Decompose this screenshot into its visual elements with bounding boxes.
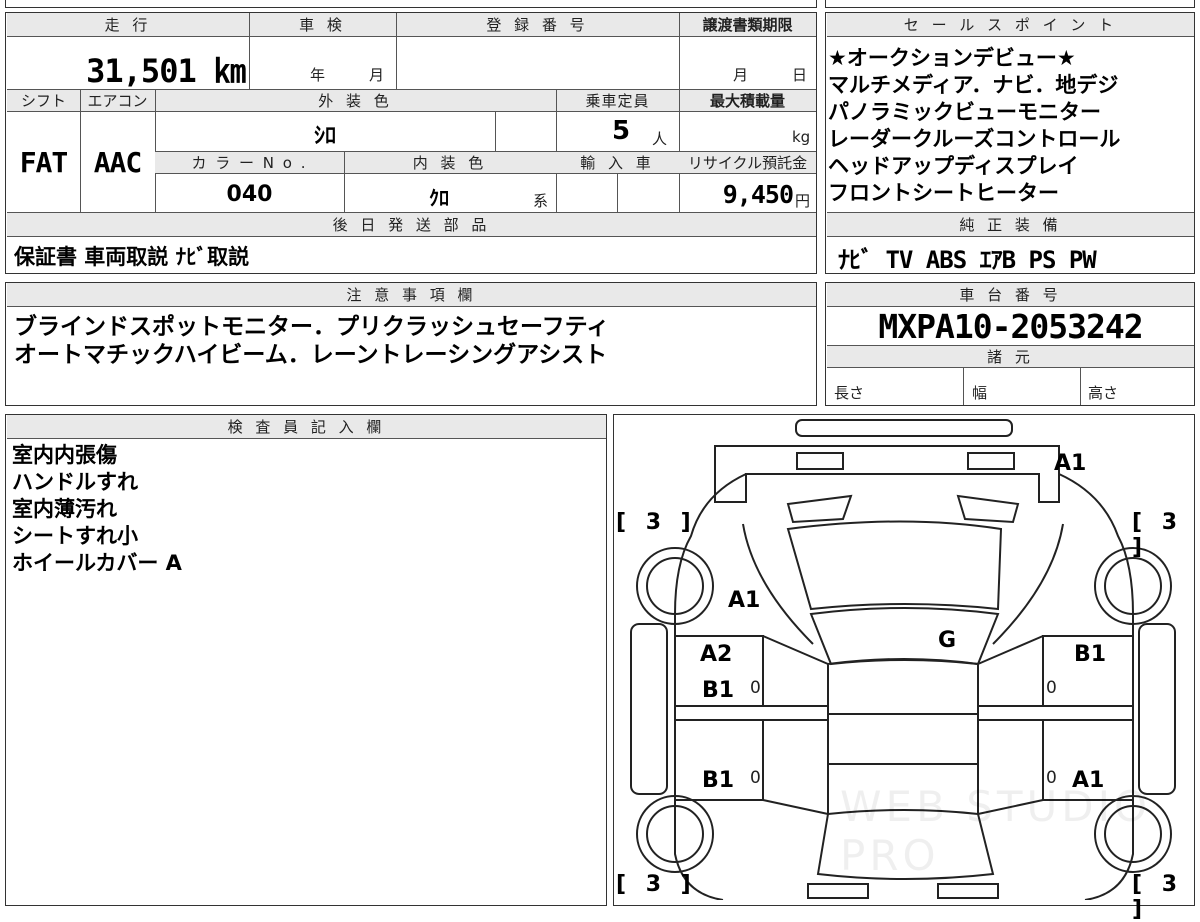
damage-code-rear-bumper: A1 — [1054, 451, 1087, 476]
sales-points-list: ★オークションデビュー★ マルチメディア．ナビ．地デジ パノラミックビューモニタ… — [828, 45, 1192, 207]
interior-header: 内 装 色 — [344, 152, 556, 174]
capacity-unit: 人 — [652, 130, 668, 148]
inspector-header: 検 査 員 記 入 欄 — [7, 415, 606, 439]
sales-point-line: パノラミックビューモニター — [828, 100, 1101, 124]
top-strip — [5, 0, 817, 8]
inspection-year-unit: 年 — [310, 66, 326, 84]
exterior-header: 外 装 色 — [155, 90, 556, 112]
inspector-line: シートすれ小 — [12, 524, 138, 548]
sales-point-line: ★オークションデビュー★ — [828, 46, 1076, 70]
exterior-value: ｼﾛ — [313, 124, 336, 149]
aircon-value: AAC — [93, 146, 143, 179]
note-line: ブラインドスポットモニター．プリクラッシュセーフティ — [14, 314, 610, 340]
tread-right-rear: 0 — [1046, 678, 1057, 698]
notes-header: 注 意 事 項 欄 — [7, 283, 816, 307]
width-label: 幅 — [972, 384, 988, 402]
tire-condition-front-left: [ 3 ] — [616, 872, 697, 897]
inspector-line: 室内薄汚れ — [12, 497, 117, 521]
recycle-unit: 円 — [795, 192, 811, 210]
capacity-header: 乗車定員 — [556, 90, 679, 112]
interior-value: ｸﾛ — [429, 186, 449, 210]
inspector-line: ホイールカバー A — [12, 551, 182, 575]
color-no-value: 040 — [226, 182, 273, 207]
recycle-value: 9,450 — [722, 180, 794, 209]
height-label: 高さ — [1088, 384, 1119, 402]
registration-header: 登 録 番 号 — [396, 13, 679, 37]
tread-left-rear: 0 — [750, 678, 761, 698]
inspector-list: 室内内張傷 ハンドルすれ 室内薄汚れ シートすれ小 ホイールカバー A — [12, 442, 182, 577]
watermark: WEB STUDIO PRO — [840, 782, 1152, 880]
interior-suffix: 系 — [533, 192, 549, 210]
aircon-header: エアコン — [80, 90, 155, 112]
sales-point-line: レーダークルーズコントロール — [828, 127, 1121, 151]
notes-list: ブラインドスポットモニター．プリクラッシュセーフティ オートマチックハイビーム．… — [14, 313, 609, 369]
transfer-deadline-header: 譲渡書類期限 — [679, 13, 816, 37]
tire-condition-rear-right: [ 3 ] — [1132, 510, 1184, 560]
damage-code-left-rear-door-b: B1 — [702, 678, 735, 703]
tread-left-front: 0 — [750, 768, 761, 788]
inspector-line: ハンドルすれ — [12, 470, 138, 494]
shift-value: FAT — [19, 146, 69, 179]
damage-code-rear-quarter: A1 — [728, 588, 761, 613]
length-label: 長さ — [834, 384, 865, 402]
transfer-day-unit: 日 — [792, 66, 808, 84]
capacity-value: 5 — [612, 116, 631, 146]
inspector-line: 室内内張傷 — [12, 443, 117, 467]
sales-point-line: フロントシートヒーター — [828, 181, 1059, 205]
later-parts-header: 後 日 発 送 部 品 — [7, 213, 816, 237]
spec-header: 諸 元 — [827, 346, 1194, 368]
shift-header: シフト — [7, 90, 80, 112]
max-load-unit: kg — [792, 128, 811, 146]
damage-code-left-front-door: B1 — [702, 768, 735, 793]
genuine-equipment-value: ﾅﾋﾞ TV ABS ｴｱB PS PW — [838, 246, 1097, 274]
inspection-month-unit: 月 — [369, 66, 385, 84]
damage-code-left-rear-door-a: A2 — [700, 642, 733, 667]
inspection-header: 車 検 — [249, 13, 396, 37]
note-line: オートマチックハイビーム．レーントレーシングアシスト — [14, 342, 608, 368]
damage-code-glass: G — [938, 628, 957, 653]
recycle-header: リサイクル預託金 — [679, 152, 816, 174]
sales-point-line: ヘッドアップディスプレイ — [828, 154, 1079, 178]
genuine-equipment-header: 純 正 装 備 — [827, 213, 1194, 237]
chassis-value: MXPA10-2053242 — [878, 307, 1143, 346]
top-strip-right — [825, 0, 1195, 8]
later-parts-value: 保証書 車両取説 ﾅﾋﾞ取説 — [14, 245, 250, 269]
tire-condition-rear-left: [ 3 ] — [616, 510, 697, 535]
sales-point-line: マルチメディア．ナビ．地デジ — [828, 73, 1119, 97]
mileage-value: 31,501 ㎞ — [86, 52, 246, 90]
transfer-month-unit: 月 — [733, 66, 749, 84]
color-no-header: カ ラ ー N o . — [155, 152, 344, 174]
sales-points-header: セ ー ル ス ポ イ ン ト — [827, 13, 1194, 37]
import-header: 輸 入 車 — [556, 152, 679, 174]
mileage-header: 走 行 — [7, 13, 249, 37]
chassis-header: 車 台 番 号 — [827, 283, 1194, 307]
max-load-header: 最大積載量 — [679, 90, 816, 112]
damage-code-right-rear-door: B1 — [1074, 642, 1107, 667]
